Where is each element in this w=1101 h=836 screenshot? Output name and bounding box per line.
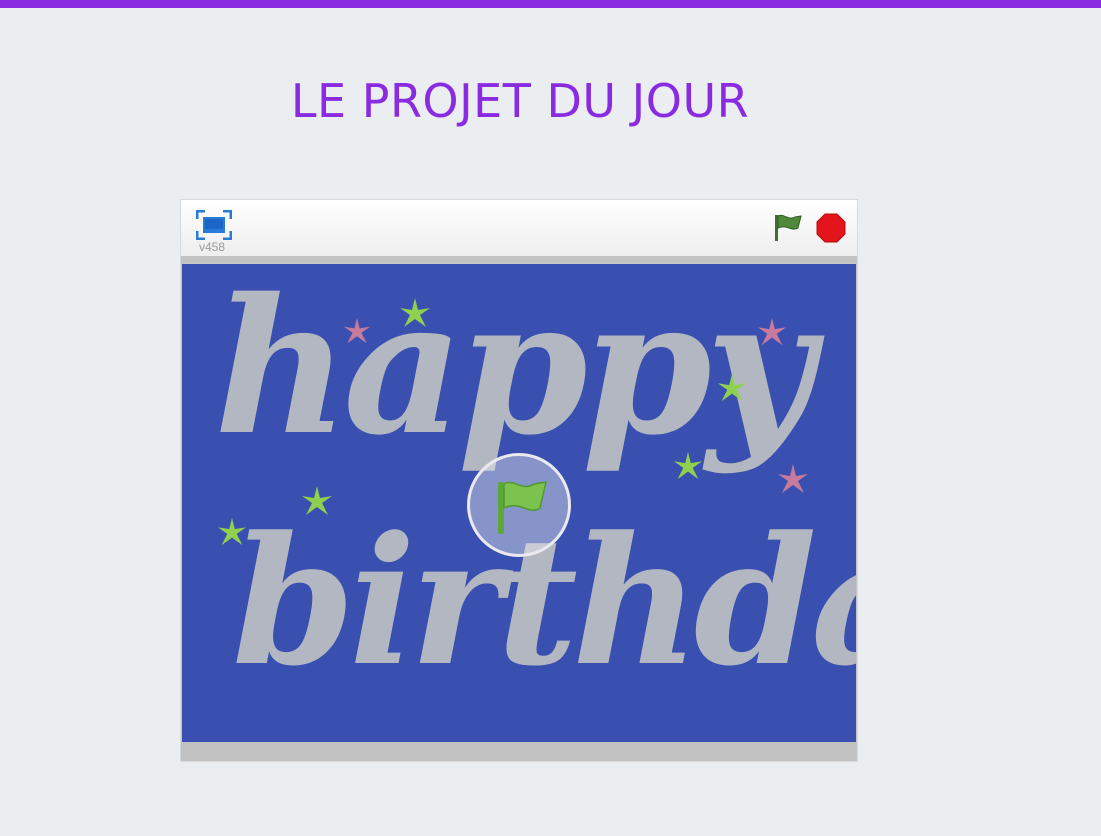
play-overlay-button[interactable] — [467, 453, 571, 557]
player-version: v458 — [199, 240, 226, 254]
sparkle-icon — [673, 451, 703, 480]
stage-bottom-bar — [181, 742, 857, 761]
toolbar-divider — [181, 256, 857, 263]
sparkle-icon — [400, 298, 430, 327]
player-toolbar: v458 — [181, 200, 857, 256]
sparkle-icon — [302, 486, 332, 515]
sparkle-icon — [717, 373, 747, 402]
sparkle-icon — [217, 517, 247, 546]
green-flag-play-icon — [498, 481, 547, 534]
sparkle-icon — [757, 317, 787, 346]
fullscreen-icon[interactable] — [195, 209, 233, 241]
sparkle-icon — [778, 464, 808, 493]
stop-icon[interactable] — [815, 212, 847, 244]
project-stage[interactable]: happy birthday — [182, 264, 856, 742]
page-title: LE PROJET DU JOUR — [290, 74, 750, 128]
green-flag-icon[interactable] — [771, 212, 803, 242]
project-player: v458 happy birthday — [180, 199, 858, 762]
greeting-line-happy: happy — [214, 264, 814, 476]
sparkle-icon — [343, 317, 371, 344]
top-accent-bar — [0, 0, 1101, 8]
